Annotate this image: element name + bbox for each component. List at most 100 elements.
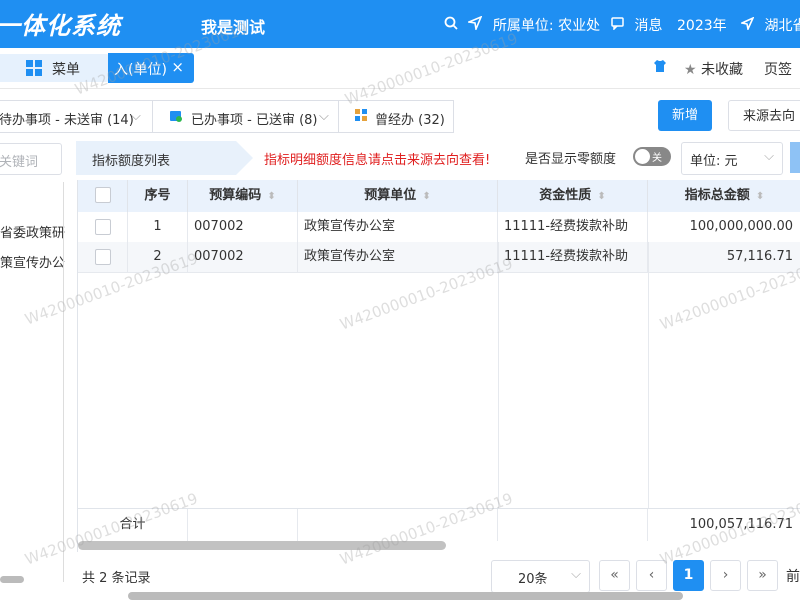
location-icon	[466, 15, 483, 34]
tab-bar: 菜单 入(单位) × ★ 未收藏 页签	[0, 48, 800, 89]
column-divider	[498, 242, 499, 508]
divider	[63, 182, 64, 582]
shirt-icon[interactable]	[653, 59, 667, 77]
tree-item[interactable]: 省委政策研	[0, 222, 65, 241]
row-checkbox[interactable]	[95, 219, 111, 235]
sum-label: 合计	[78, 509, 188, 541]
tab-label: 入(单位)	[114, 62, 167, 78]
zero-amount-toggle[interactable]: 关	[633, 147, 671, 166]
favorite-label: 未收藏	[701, 62, 744, 78]
col-header-fund[interactable]: 资金性质 ⬍	[498, 180, 648, 212]
toggle-text: 关	[652, 153, 662, 164]
cell-fund: 11111-经费拨款补助	[498, 212, 648, 242]
tree-item[interactable]: 策宣传办公	[0, 252, 65, 271]
page-size-value: 20条	[518, 572, 548, 587]
toolbar-button-edge[interactable]	[790, 142, 800, 173]
navigation-icon	[739, 16, 755, 34]
first-page-button[interactable]: «	[599, 560, 630, 591]
quota-table: 序号 预算编码 ⬍ 预算单位 ⬍ 资金性质 ⬍ 指标总金额 ⬍ 1 007002 政策宣…	[77, 180, 800, 552]
menu-button[interactable]: 菜单	[0, 54, 110, 82]
table-row[interactable]: 1 007002 政策宣传办公室 11111-经费拨款补助 100,000,00…	[78, 212, 800, 243]
region-selector[interactable]: 湖北省	[739, 15, 800, 35]
row-select-cell	[78, 242, 128, 272]
unit-select[interactable]: 单位: 元 ⌵	[681, 142, 783, 175]
sum-empty	[298, 509, 498, 541]
cell-amount: 57,116.71	[726, 249, 793, 264]
select-all-cell	[78, 180, 128, 212]
tab-done-label: 已办事项 - 已送审 (8)	[191, 113, 318, 128]
select-all-checkbox[interactable]	[95, 187, 111, 203]
next-page-button[interactable]: ›	[710, 560, 741, 591]
page-horizontal-scrollbar[interactable]	[128, 592, 683, 600]
system-title: 一体化系统	[0, 12, 121, 40]
menu-label: 菜单	[52, 62, 80, 78]
chevron-down-icon: ⌵	[764, 149, 774, 164]
sort-icon: ⬍	[422, 191, 431, 202]
left-scrollbar[interactable]	[0, 576, 24, 583]
tab-pending[interactable]: 待办事项 - 未送审 (14) ⌵	[0, 100, 154, 133]
messages-link[interactable]: 消息	[611, 15, 662, 35]
col-header-no: 序号	[128, 180, 188, 212]
page-size-select[interactable]: 20条 ⌵	[491, 560, 590, 593]
unit-selector[interactable]: 所属单位: 农业处	[444, 15, 600, 35]
sort-icon: ⬍	[597, 191, 606, 202]
tab-done[interactable]: 已办事项 - 已送审 (8) ⌵	[152, 100, 340, 133]
col-header-code[interactable]: 预算编码 ⬍	[188, 180, 298, 212]
unit-value: 元	[724, 154, 738, 169]
messages-label: 消息	[634, 18, 663, 34]
cell-code: 007002	[188, 212, 298, 242]
cell-no: 1	[128, 212, 188, 242]
apps-icon	[355, 109, 367, 125]
close-icon[interactable]: ×	[171, 58, 184, 76]
sum-empty	[188, 509, 298, 541]
cell-unit: 政策宣传办公室	[298, 212, 498, 242]
new-button[interactable]: 新增	[658, 100, 712, 131]
unit-label: 单位:	[690, 154, 721, 169]
row-checkbox[interactable]	[95, 249, 111, 265]
list-title-tag: 指标额度列表	[76, 141, 253, 175]
last-page-button[interactable]: »	[747, 560, 778, 591]
cell-unit: 政策宣传办公室	[298, 242, 498, 272]
grid-icon	[26, 60, 42, 76]
goto-label: 前往	[786, 569, 800, 585]
top-header: 一体化系统 我是测试 所属单位: 农业处 消息 2023年 湖北省	[0, 0, 800, 48]
keyword-search-input[interactable]: 关键词	[0, 143, 62, 175]
cell-amount: 100,000,000.00	[689, 219, 793, 234]
sum-amount: 100,057,116.71	[689, 517, 793, 532]
column-divider	[648, 242, 649, 508]
toggle-knob	[635, 149, 650, 164]
tab-active[interactable]: 入(单位) ×	[108, 53, 194, 83]
cell-fund: 11111-经费拨款补助	[498, 242, 648, 272]
page-number-button[interactable]: 1	[673, 560, 704, 591]
unit-label: 所属单位: 农业处	[492, 18, 601, 34]
source-tip-link[interactable]: 指标明细额度信息请点击来源去向查看!	[264, 149, 490, 168]
tab-handled-label: 曾经办 (32)	[375, 113, 445, 128]
chevron-down-icon: ⌵	[319, 109, 329, 124]
col-header-unit[interactable]: 预算单位 ⬍	[298, 180, 498, 212]
cell-code: 007002	[188, 242, 298, 272]
favorite-button[interactable]: ★ 未收藏	[684, 59, 743, 79]
search-placeholder: 关键词	[0, 155, 39, 170]
chevron-down-icon: ⌵	[131, 109, 141, 124]
cell-no: 2	[128, 242, 188, 272]
page-sign-button[interactable]: 页签	[764, 59, 792, 79]
sort-icon: ⬍	[755, 191, 765, 202]
user-name[interactable]: 我是测试	[201, 14, 265, 38]
tab-handled[interactable]: 曾经办 (32)	[338, 100, 454, 133]
summary-row: 合计 100,057,116.71	[78, 508, 800, 541]
row-select-cell	[78, 212, 128, 242]
prev-page-button[interactable]: ‹	[636, 560, 667, 591]
source-direction-button[interactable]: 来源去向	[728, 100, 800, 131]
chevron-down-icon: ⌵	[571, 567, 581, 582]
table-horizontal-scrollbar[interactable]	[78, 541, 446, 550]
region-label: 湖北省	[764, 18, 800, 34]
tab-pending-label: 待办事项 - 未送审 (14)	[0, 113, 134, 128]
year-selector[interactable]: 2023年	[677, 15, 727, 35]
list-title: 指标额度列表	[92, 154, 171, 169]
col-header-amount[interactable]: 指标总金额 ⬍	[648, 180, 800, 212]
search-icon[interactable]	[444, 16, 458, 34]
total-records: 共 2 条记录	[82, 571, 151, 586]
sum-empty	[498, 509, 648, 541]
star-icon: ★	[684, 62, 697, 78]
table-row[interactable]: 2 007002 政策宣传办公室 11111-经费拨款补助 57,116.71	[78, 242, 800, 273]
